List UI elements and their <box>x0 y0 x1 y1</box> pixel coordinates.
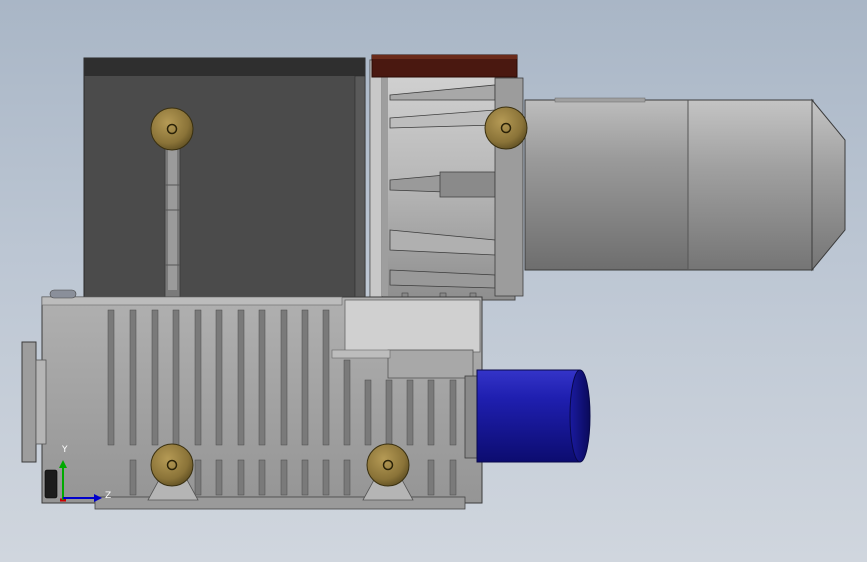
upper-housing[interactable] <box>83 57 366 299</box>
aux-motor[interactable] <box>464 369 591 463</box>
z-axis-label: Z <box>105 491 111 501</box>
mount-point-upper-left[interactable] <box>150 107 194 151</box>
mount-point-upper-right[interactable] <box>484 106 528 150</box>
fan-assembly[interactable] <box>369 54 524 304</box>
y-axis-label: Y <box>61 445 68 455</box>
main-motor[interactable] <box>524 97 846 272</box>
cad-viewport[interactable]: Y Z <box>0 0 867 562</box>
